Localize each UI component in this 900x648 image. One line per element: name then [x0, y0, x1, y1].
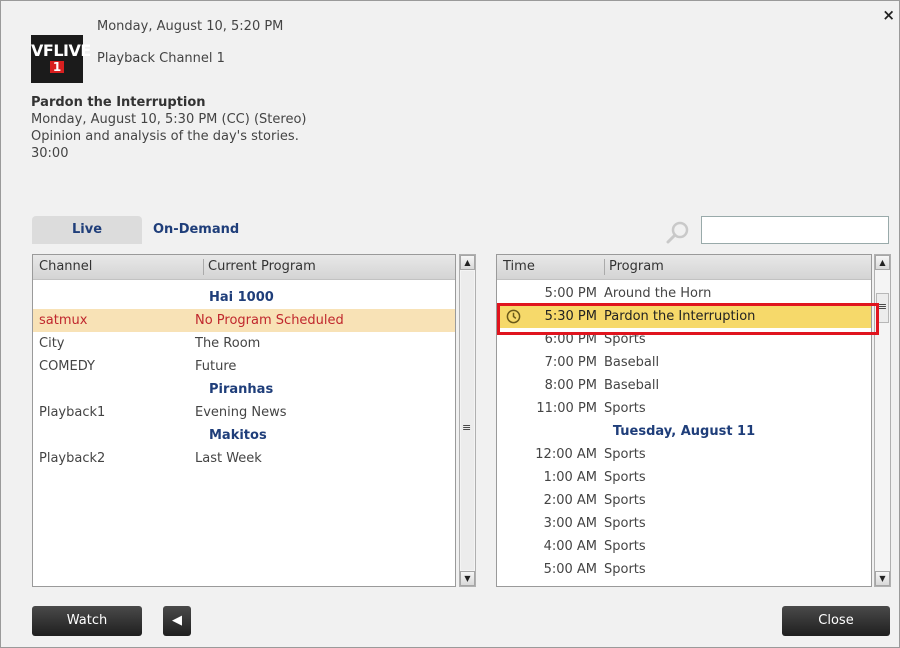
- schedule-row[interactable]: 5:30 PM Pardon the Interruption: [497, 305, 871, 328]
- schedule-row[interactable]: 1:00 AM Sports: [497, 466, 871, 489]
- channel-list-header: Channel Current Program: [33, 255, 455, 280]
- schedule-program: Sports: [604, 332, 646, 347]
- channel-row[interactable]: satmux No Program Scheduled: [33, 309, 455, 332]
- channel-name: COMEDY: [39, 359, 95, 374]
- back-button[interactable]: ◀: [163, 606, 191, 636]
- current-program: Last Week: [195, 451, 262, 466]
- program-airtime: Monday, August 10, 5:30 PM (CC) (Stereo): [31, 112, 307, 127]
- schedule-date: Tuesday, August 11: [612, 424, 756, 439]
- current-datetime: Monday, August 10, 5:20 PM: [97, 19, 284, 34]
- scroll-down-button[interactable]: ▼: [460, 571, 475, 586]
- channel-row[interactable]: COMEDY Future: [33, 355, 455, 378]
- group-name: Piranhas: [209, 382, 274, 397]
- scroll-thumb[interactable]: ≡: [876, 293, 889, 323]
- scroll-up-button[interactable]: ▲: [875, 255, 890, 270]
- schedule-row[interactable]: 12:00 AM Sports: [497, 443, 871, 466]
- program-description: Opinion and analysis of the day's storie…: [31, 129, 299, 144]
- group-name: Makitos: [209, 428, 267, 443]
- col-current-program-header[interactable]: Current Program: [203, 259, 316, 275]
- schedule-program: Baseball: [604, 355, 660, 370]
- schedule-row[interactable]: 2:00 AM Sports: [497, 489, 871, 512]
- col-time-header[interactable]: Time: [503, 255, 535, 279]
- channel-row[interactable]: Playback1 Evening News: [33, 401, 455, 424]
- schedule-row[interactable]: 8:00 PM Baseball: [497, 374, 871, 397]
- schedule-time: 6:00 PM: [544, 332, 597, 347]
- channel-list-scrollbar[interactable]: ▲ ≡ ▼: [459, 254, 476, 587]
- close-button[interactable]: Close: [782, 606, 890, 636]
- search-input[interactable]: [701, 216, 889, 244]
- schedule-time: 4:00 AM: [543, 539, 597, 554]
- schedule-time: 5:00 AM: [543, 562, 597, 577]
- schedule-program: Sports: [604, 516, 646, 531]
- current-channel: Playback Channel 1: [97, 51, 225, 66]
- close-icon[interactable]: ×: [882, 8, 895, 23]
- schedule-time: 7:00 PM: [544, 355, 597, 370]
- current-program: The Room: [195, 336, 261, 351]
- channel-name: satmux: [39, 313, 88, 328]
- scroll-down-button[interactable]: ▼: [875, 571, 890, 586]
- schedule-date-row: Tuesday, August 11: [497, 420, 871, 443]
- group-name: Hai 1000: [209, 290, 274, 305]
- program-title: Pardon the Interruption: [31, 95, 206, 110]
- schedule-row[interactable]: 3:00 AM Sports: [497, 512, 871, 535]
- schedule-time: 3:00 AM: [543, 516, 597, 531]
- schedule-list-header: Time Program: [497, 255, 871, 280]
- col-channel-header[interactable]: Channel: [39, 255, 92, 279]
- channel-name: Playback1: [39, 405, 106, 420]
- channel-list: Channel Current Program Hai 1000 satmux No…: [32, 254, 456, 587]
- schedule-time: 1:00 AM: [543, 470, 597, 485]
- schedule-program: Around the Horn: [604, 286, 712, 301]
- schedule-program: Sports: [604, 493, 646, 508]
- channel-logo: VFLIVE 1: [31, 35, 91, 83]
- schedule-program: Sports: [604, 447, 646, 462]
- watch-button[interactable]: Watch: [32, 606, 142, 636]
- tab-live[interactable]: Live: [32, 216, 142, 244]
- schedule-time: 5:00 PM: [544, 286, 597, 301]
- schedule-program: Pardon the Interruption: [604, 309, 756, 324]
- program-info: Pardon the Interruption Monday, August 1…: [31, 94, 306, 162]
- schedule-row[interactable]: 11:00 PM Sports: [497, 397, 871, 420]
- channel-row[interactable]: City The Room: [33, 332, 455, 355]
- col-program-header[interactable]: Program: [604, 259, 664, 275]
- channel-group-row[interactable]: Makitos: [33, 424, 455, 447]
- scroll-thumb[interactable]: ≡: [461, 271, 474, 570]
- channel-row[interactable]: Playback2 Last Week: [33, 447, 455, 470]
- schedule-row[interactable]: 5:00 AM Sports: [497, 558, 871, 581]
- channel-name: City: [39, 336, 65, 351]
- schedule-row[interactable]: 5:00 PM Around the Horn: [497, 282, 871, 305]
- clock-icon: [506, 309, 521, 324]
- schedule-program: Baseball: [604, 378, 660, 393]
- schedule-program: Sports: [604, 401, 646, 416]
- schedule-time: 11:00 PM: [536, 401, 597, 416]
- tab-on-demand[interactable]: On-Demand: [153, 216, 239, 244]
- schedule-row[interactable]: 7:00 PM Baseball: [497, 351, 871, 374]
- schedule-program: Sports: [604, 539, 646, 554]
- schedule-row[interactable]: 4:00 AM Sports: [497, 535, 871, 558]
- search-icon[interactable]: [665, 220, 691, 246]
- schedule-program: Sports: [604, 470, 646, 485]
- schedule-program: Sports: [604, 562, 646, 577]
- schedule-time: 2:00 AM: [543, 493, 597, 508]
- channel-group-row[interactable]: Hai 1000: [33, 286, 455, 309]
- schedule-time: 8:00 PM: [544, 378, 597, 393]
- channel-group-row[interactable]: Piranhas: [33, 378, 455, 401]
- schedule-time: 12:00 AM: [535, 447, 597, 462]
- program-duration: 30:00: [31, 146, 69, 161]
- schedule-time: 5:30 PM: [544, 309, 597, 324]
- schedule-row[interactable]: 6:00 PM Sports: [497, 328, 871, 351]
- guide-dialog: × VFLIVE 1 Monday, August 10, 5:20 PM Pl…: [0, 0, 900, 648]
- channel-name: Playback2: [39, 451, 106, 466]
- scroll-up-button[interactable]: ▲: [460, 255, 475, 270]
- schedule-list-scrollbar[interactable]: ▲ ≡ ▼: [874, 254, 891, 587]
- current-program: Future: [195, 359, 237, 374]
- current-program: No Program Scheduled: [195, 313, 344, 328]
- schedule-list: Time Program 5:00 PM Around the Horn 5:30 …: [496, 254, 872, 587]
- current-program: Evening News: [195, 405, 287, 420]
